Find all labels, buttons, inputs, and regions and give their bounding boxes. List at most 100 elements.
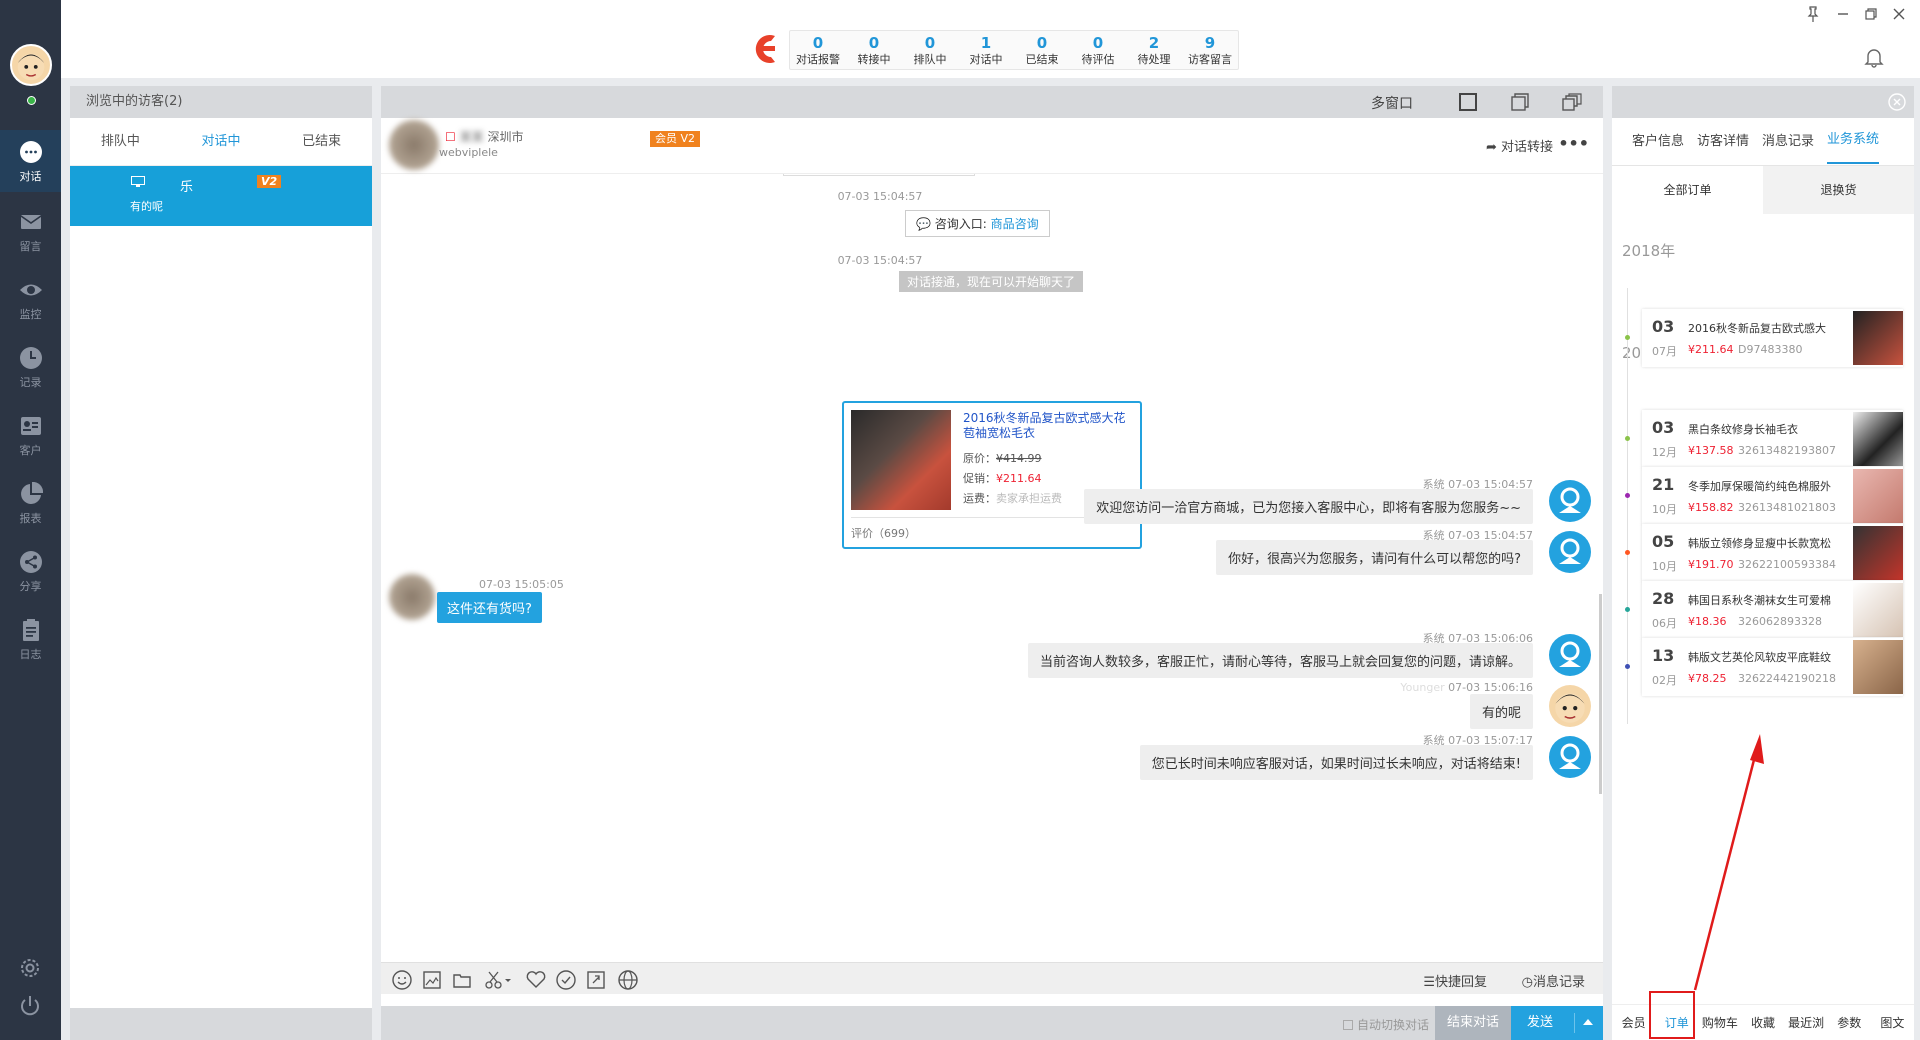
multi-window-label[interactable]: 多窗口	[1371, 93, 1413, 113]
product-card[interactable]: 2016秋冬新品复古欧式感大花苞袖宽松毛衣 原价：¥414.99 促销：¥211…	[842, 401, 1142, 549]
agent-avatar[interactable]	[10, 44, 52, 86]
order-day: 03	[1652, 317, 1675, 336]
link-icon[interactable]	[585, 969, 607, 991]
close-icon[interactable]	[1888, 4, 1910, 24]
order-card[interactable]: 21 10月 冬季加厚保暖简约纯色棉服外 ¥158.82 32613481021803	[1642, 467, 1903, 525]
nav-item-reports[interactable]: 报表	[0, 472, 61, 534]
stat-to-evaluate[interactable]: 0 待评估	[1070, 31, 1126, 69]
nav-item-messages[interactable]: 留言	[0, 200, 61, 262]
message-scrollbar[interactable]	[1599, 594, 1602, 794]
stat-label: 待处理	[1137, 53, 1171, 66]
screenshot-scissors-icon[interactable]	[483, 969, 513, 991]
tab-ended[interactable]: 已结束	[271, 118, 372, 165]
nav-item-monitor[interactable]: 监控	[0, 268, 61, 330]
stat-ended[interactable]: 0 已结束	[1014, 31, 1070, 69]
minimize-icon[interactable]	[1832, 4, 1854, 24]
order-card[interactable]: 05 10月 韩版立领修身显瘦中长款宽松 ¥191.70 32622100593384	[1642, 524, 1903, 582]
stat-label: 待评估	[1081, 53, 1115, 66]
message-history-button[interactable]: ◷消息记录	[1522, 971, 1585, 990]
visitor-item[interactable]: 乐 有的呢 V2	[70, 166, 372, 226]
tab-cart[interactable]: 购物车	[1698, 1005, 1741, 1040]
dual-window-icon[interactable]	[1509, 92, 1531, 112]
chat-window-bar: 多窗口	[381, 86, 1603, 118]
nav-item-logs[interactable]: 日志	[0, 608, 61, 670]
power-icon[interactable]	[18, 994, 42, 1018]
more-options-icon[interactable]: •••	[1558, 134, 1589, 153]
tab-params[interactable]: 参数	[1828, 1005, 1871, 1040]
orig-value: ¥414.99	[996, 452, 1042, 465]
order-card[interactable]: 13 02月 韩版文艺英伦风软皮平底鞋纹 ¥78.25 32622442190218	[1642, 638, 1903, 696]
send-button[interactable]: 发送	[1511, 1006, 1603, 1040]
pin-icon[interactable]	[1802, 4, 1824, 24]
order-title: 2016秋冬新品复古欧式感大	[1688, 322, 1826, 335]
message-meta-name: Younger	[1400, 681, 1445, 694]
product-title[interactable]: 2016秋冬新品复古欧式感大花苞袖宽松毛衣	[963, 411, 1133, 441]
side-panel-bar	[1612, 86, 1914, 118]
stat-visitor-messages[interactable]: 9 访客留言	[1182, 31, 1238, 69]
transfer-chat-button[interactable]: ➦ 对话转接	[1486, 136, 1553, 155]
timeline-dot	[1625, 607, 1630, 612]
tab-customer-info[interactable]: 客户信息	[1632, 118, 1684, 165]
caret-up-icon[interactable]	[1583, 1019, 1593, 1025]
heart-icon[interactable]	[525, 969, 547, 991]
tab-all-orders[interactable]: 全部订单	[1612, 166, 1763, 214]
stat-queued[interactable]: 0 排队中	[902, 31, 958, 69]
promo-label: 促销：	[963, 472, 996, 485]
stat-alarm[interactable]: 0 对话报警	[790, 31, 846, 69]
nav-label: 客户	[19, 444, 42, 457]
message-meta-time: 07-03 15:06:16	[1448, 681, 1533, 694]
visitor-list-footer	[70, 1008, 372, 1040]
transfer-label: 对话转接	[1500, 140, 1553, 155]
tab-in-chat[interactable]: 对话中	[171, 118, 272, 165]
evaluate-icon[interactable]	[555, 969, 577, 991]
order-card[interactable]: 28 06月 韩国日系秋冬潮袜女生可爱棉 ¥18.36 326062893328	[1642, 581, 1903, 639]
system-avatar	[1549, 531, 1591, 573]
quick-reply-button[interactable]: ☰快捷回复	[1423, 971, 1487, 990]
order-title: 韩国日系秋冬潮袜女生可爱棉	[1688, 594, 1831, 607]
send-label: 发送	[1527, 1015, 1554, 1030]
multi-window-icon[interactable]	[1561, 92, 1583, 112]
tab-favorites[interactable]: 收藏	[1741, 1005, 1784, 1040]
nav-item-chat[interactable]: 对话	[0, 130, 61, 192]
bell-icon[interactable]	[1864, 46, 1884, 68]
eye-icon	[19, 284, 42, 296]
end-chat-button[interactable]: 结束对话	[1435, 1006, 1511, 1040]
robot-icon	[1559, 487, 1581, 513]
entry-link[interactable]: 商品咨询	[991, 217, 1039, 231]
tab-queued[interactable]: 排队中	[70, 118, 171, 165]
product-shipping: 运费：卖家承担运费	[963, 490, 1062, 506]
globe-icon[interactable]	[617, 969, 639, 991]
nav-item-customers[interactable]: 客户	[0, 404, 61, 466]
order-day: 03	[1652, 418, 1675, 437]
emoji-icon[interactable]	[391, 969, 413, 991]
stat-transferring[interactable]: 0 转接中	[846, 31, 902, 69]
visitor-last-message: 有的呢	[130, 200, 163, 213]
nav-label: 对话	[19, 170, 42, 183]
restore-icon[interactable]	[1860, 4, 1882, 24]
order-day: 13	[1652, 646, 1675, 665]
tab-message-records[interactable]: 消息记录	[1762, 118, 1814, 165]
tab-visitor-details[interactable]: 访客详情	[1697, 118, 1749, 165]
order-day: 05	[1652, 532, 1675, 551]
nav-item-share[interactable]: 分享	[0, 540, 61, 602]
chat-icon	[19, 141, 42, 163]
order-card[interactable]: 03 07月 2016秋冬新品复古欧式感大 ¥211.64 D97483380	[1642, 309, 1903, 367]
stat-pending[interactable]: 2 待处理	[1126, 31, 1182, 69]
single-window-icon[interactable]	[1457, 92, 1479, 112]
tab-business-system[interactable]: 业务系统	[1827, 118, 1880, 164]
folder-icon[interactable]	[451, 969, 473, 991]
nav-item-records[interactable]: 记录	[0, 336, 61, 398]
tab-graphic[interactable]: 图文	[1871, 1005, 1914, 1040]
visitor-account: webviplele	[439, 146, 498, 159]
visitor-list-header: 浏览中的访客(2)	[70, 86, 372, 118]
member-vip-badge: 会员 V2	[650, 131, 701, 147]
tab-returns[interactable]: 退换货	[1763, 166, 1914, 214]
auto-switch-checkbox[interactable]: 自动切换对话	[1342, 1016, 1429, 1033]
stat-label: 对话报警	[796, 53, 840, 66]
order-card[interactable]: 03 12月 黑白条纹修身长袖毛衣 ¥137.58 32613482193807	[1642, 410, 1903, 468]
settings-gear-icon[interactable]	[18, 956, 42, 980]
tab-recent-views[interactable]: 最近浏	[1785, 1005, 1828, 1040]
stat-in-chat[interactable]: 1 对话中	[958, 31, 1014, 69]
close-circle-icon[interactable]	[1888, 93, 1906, 111]
image-icon[interactable]	[421, 969, 443, 991]
